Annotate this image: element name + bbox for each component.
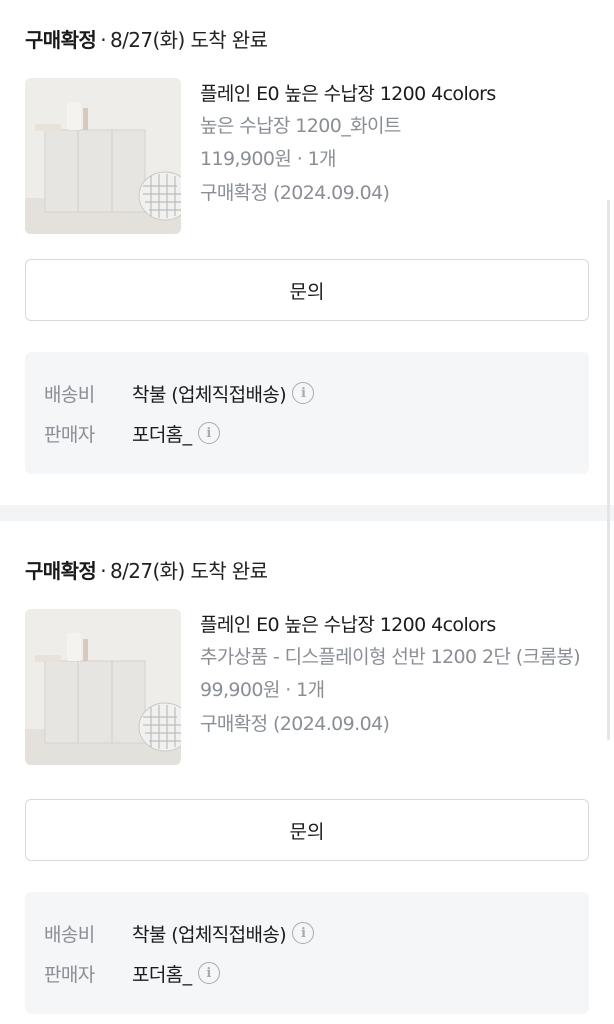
- order-status: 구매확정: [25, 559, 97, 583]
- product-option: 추가상품 - 디스플레이형 선반 1200 2단 (크롬봉): [200, 646, 581, 668]
- product-info: 플레인 E0 높은 수납장 1200 4colors 높은 수납장 1200_화…: [200, 78, 590, 210]
- info-circle-icon[interactable]: i: [197, 422, 220, 444]
- order-header: 구매확정 · 8/27(화) 도착 완료: [25, 25, 268, 55]
- delivery-fee-value: 착불 (업체직접배송): [132, 923, 287, 946]
- delivery-fee-label: 배송비: [44, 383, 95, 406]
- product-thumbnail[interactable]: [25, 609, 181, 765]
- delivery-fee-row: 배송비 착불 (업체직접배송) i: [44, 916, 315, 950]
- product-image: [25, 78, 181, 234]
- product-name[interactable]: 플레인 E0 높은 수납장 1200 4colors: [200, 609, 590, 641]
- price-quantity: 119,900원 · 1개: [200, 148, 337, 170]
- scrollbar[interactable]: [607, 200, 610, 740]
- order-status: 구매확정: [25, 28, 97, 52]
- delivery-info-panel: 배송비 착불 (업체직접배송) i 판매자 포더홈_ i: [25, 352, 589, 474]
- seller-row: 판매자 포더홈_ i: [44, 956, 220, 990]
- delivery-info-panel: 배송비 착불 (업체직접배송) i 판매자 포더홈_ i: [25, 892, 589, 1014]
- product-name[interactable]: 플레인 E0 높은 수납장 1200 4colors: [200, 78, 590, 110]
- info-circle-icon[interactable]: i: [197, 962, 220, 984]
- product-option: 높은 수납장 1200_화이트: [200, 115, 401, 137]
- order-list-page: 구매확정 · 8/27(화) 도착 완료 플레인 E0 높은 수납장 1200 4c…: [0, 0, 614, 1024]
- inquiry-button[interactable]: 문의: [25, 799, 589, 861]
- product-thumbnail[interactable]: [25, 78, 181, 234]
- info-circle-icon[interactable]: i: [292, 382, 315, 404]
- seller-value: 포더홈_: [132, 963, 192, 986]
- seller-label: 판매자: [44, 423, 95, 446]
- product-image: [25, 609, 181, 765]
- price-quantity: 99,900원 · 1개: [200, 679, 325, 701]
- delivery-fee-label: 배송비: [44, 923, 95, 946]
- inquiry-button[interactable]: 문의: [25, 259, 589, 321]
- section-divider: [0, 505, 614, 521]
- info-circle-icon[interactable]: i: [292, 922, 315, 944]
- purchase-confirm-date: 구매확정 (2024.09.04): [200, 713, 390, 735]
- seller-row: 판매자 포더홈_ i: [44, 416, 220, 450]
- product-info: 플레인 E0 높은 수납장 1200 4colors 추가상품 - 디스플레이형…: [200, 609, 590, 741]
- delivery-date: 8/27(화) 도착 완료: [109, 559, 268, 583]
- purchase-confirm-date: 구매확정 (2024.09.04): [200, 182, 390, 204]
- separator-dot: ·: [100, 28, 106, 52]
- delivery-date: 8/27(화) 도착 완료: [109, 28, 268, 52]
- order-header: 구매확정 · 8/27(화) 도착 완료: [25, 556, 268, 586]
- separator-dot: ·: [100, 559, 106, 583]
- seller-value: 포더홈_: [132, 423, 192, 446]
- delivery-fee-row: 배송비 착불 (업체직접배송) i: [44, 376, 315, 410]
- seller-label: 판매자: [44, 963, 95, 986]
- delivery-fee-value: 착불 (업체직접배송): [132, 383, 287, 406]
